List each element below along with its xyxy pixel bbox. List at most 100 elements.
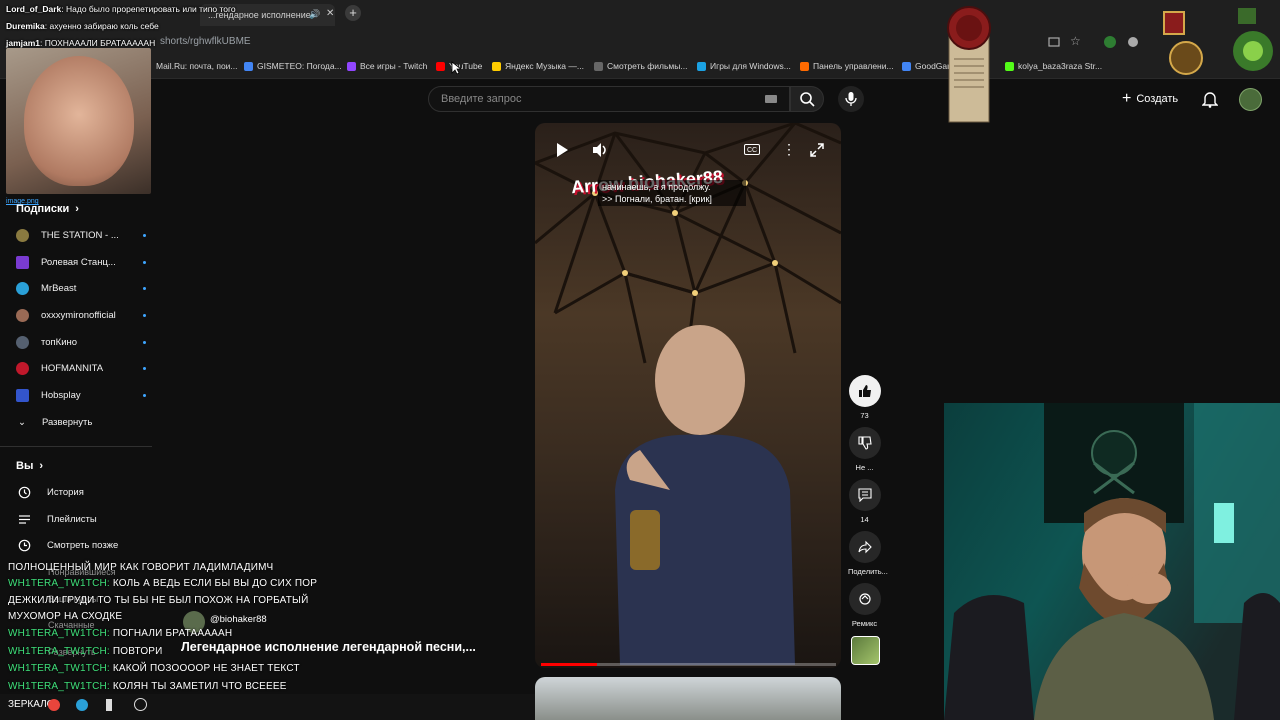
stream-chat-line: WH1TERA_TW1TCH: ПОГНАЛИ БРАТАААААН [8, 628, 232, 639]
bookmark-star-icon[interactable]: ☆ [1070, 34, 1081, 48]
kick-icon [1005, 61, 1014, 71]
sidebar-item-mrbeast[interactable]: MrBeast [16, 278, 146, 298]
captions-button[interactable]: CC [744, 144, 760, 155]
sidebar-item-roleplay-station[interactable]: Ролевая Станц... [16, 252, 146, 272]
bookmark-windows-games[interactable]: Игры для Windows... [697, 61, 791, 71]
bookmark-yandex-music[interactable]: Яндекс Музыка —... [492, 61, 584, 71]
remix-icon [858, 593, 871, 605]
top-chat-message: jamjam1: ПОХНАААЛИ БРАТАААААН [6, 38, 156, 48]
volume-icon[interactable] [591, 141, 609, 159]
new-tab-button[interactable]: + [345, 5, 361, 21]
fullscreen-icon[interactable] [809, 142, 825, 158]
tab-close-icon[interactable]: ✕ [326, 8, 334, 19]
create-button[interactable]: + Создать [1122, 89, 1178, 109]
settings-taskbar-icon[interactable] [134, 698, 147, 711]
channel-avatar [16, 361, 29, 375]
sidebar-item-watch-later[interactable]: Смотреть позже [18, 535, 118, 555]
sidebar-item-history[interactable]: История [18, 482, 84, 502]
bookmark-label: Смотреть фильмы... [607, 61, 688, 71]
history-icon [18, 486, 31, 498]
chat-user: Duremika [6, 21, 45, 31]
bookmark-label: Игры для Windows... [710, 61, 791, 71]
channel-name[interactable]: @biohaker88 [210, 614, 267, 625]
chat-user: WH1TERA_TW1TCH: [8, 681, 110, 692]
chat-text: ДЕЖКИЛИ ГРУДИ ТО ТЫ БЫ НЕ БЫЛ ПОХОЖ НА Г… [8, 595, 309, 606]
sidebar-item-oxxxymiron[interactable]: oxxxymironofficial [16, 305, 146, 325]
comments-button[interactable]: 14 [848, 479, 881, 524]
sidebar-item-hobsplay[interactable]: Hobsplay [16, 385, 146, 405]
stream-chat-line: WH1TERA_TW1TCH: КОЛЬ А ВЕДЬ ЕСЛИ БЫ ВЫ Д… [8, 578, 317, 589]
chat-text: ахуенно забираю коль себе [49, 21, 159, 31]
chevron-right-icon: › [75, 203, 79, 215]
install-icon[interactable] [1048, 36, 1060, 48]
voice-search-button[interactable] [838, 86, 864, 112]
subscriptions-title[interactable]: Подписки › [16, 203, 79, 215]
new-content-dot [143, 286, 146, 290]
like-button[interactable]: 73 [848, 375, 881, 420]
video-progress-fill [541, 663, 598, 666]
keyboard-icon[interactable] [765, 95, 777, 103]
top-chat-message: Lord_of_Dark: Надо было прорепетировать … [6, 4, 236, 14]
share-arrow-icon [857, 540, 872, 554]
profile-icon[interactable] [1128, 37, 1138, 47]
sidebar-item-label: Ролевая Станц... [41, 256, 116, 268]
chat-text: ПОГНАЛИ БРАТАААААН [112, 628, 233, 639]
comments-count: 14 [860, 515, 869, 524]
search-input[interactable]: Введите запрос [428, 86, 790, 112]
stream-chat-line: ПОЛНОЦЕННЫЙ МИР КАК ГОВОРИТ ЛАДИМЛАДИМЧ [8, 562, 273, 573]
sidebar-item-playlists[interactable]: Плейлисты [18, 509, 97, 529]
video-captions: начинаешь, а я продолжу. >> Погнали, бра… [598, 180, 746, 206]
sidebar-item-the-station[interactable]: THE STATION - ... [16, 225, 146, 245]
sidebar-expand[interactable]: ⌄ Развернуть [18, 412, 92, 432]
plus-icon: + [1122, 90, 1132, 107]
url-text[interactable]: shorts/rghwflkUBME [160, 36, 251, 47]
tab-audio-icon[interactable]: 🔊 [309, 9, 320, 20]
sidebar-item-label: Плейлисты [47, 513, 97, 525]
bookmark-gismeteo[interactable]: GISMETEO: Погода... [244, 61, 342, 71]
like-count: 73 [860, 411, 869, 420]
chat-text: ПОЛНОЦЕННЫЙ МИР КАК ГОВОРИТ ЛАДИМЛАДИМЧ [8, 562, 274, 573]
channel-avatar [16, 388, 29, 402]
remix-button[interactable]: Ремикс [848, 583, 881, 628]
next-short-thumbnail[interactable] [535, 677, 841, 720]
chat-user: WH1TERA_TW1TCH: [8, 646, 110, 657]
share-button[interactable]: Поделить... [848, 531, 888, 576]
bookmark-control-panel[interactable]: Панель управлени... [800, 61, 894, 71]
microphone-icon [845, 92, 857, 106]
dislike-circle [848, 427, 881, 459]
chat-text: ПОВТОРИ [112, 646, 163, 657]
search-icon [800, 92, 815, 107]
video-title[interactable]: Легендарное исполнение легендарной песни… [181, 640, 476, 654]
telegram-taskbar-icon[interactable] [76, 699, 88, 711]
play-icon[interactable] [555, 142, 569, 158]
notifications-bell-icon[interactable] [1202, 90, 1218, 108]
yandex-music-icon [492, 61, 501, 71]
youtube-icon [436, 61, 445, 71]
bookmark-label: Все игры - Twitch [360, 61, 428, 71]
sidebar-item-label: Смотреть позже [47, 539, 119, 551]
create-label: Создать [1136, 93, 1179, 105]
streamer-webcam-large [944, 403, 1280, 720]
bookmark-label: Панель управлени... [813, 61, 894, 71]
dislike-button[interactable]: Не ... [848, 427, 881, 472]
more-options-icon[interactable]: ⋮ [782, 141, 796, 158]
stream-chat-line: WH1TERA_TW1TCH: КОЛЯН ТЫ ЗАМЕТИЛ ЧТО ВСЕ… [8, 681, 287, 692]
google-icon [902, 61, 911, 71]
channel-avatar [16, 281, 29, 295]
sound-thumbnail[interactable] [851, 636, 880, 665]
channel-avatar [16, 335, 29, 349]
sidebar-item-hofmannita[interactable]: HOFMANNITA [16, 358, 146, 378]
extension-icon[interactable] [1104, 36, 1116, 48]
bookmark-mailru[interactable]: Mail.Ru: почта, пои... [156, 61, 238, 71]
sidebar-item-label: MrBeast [41, 282, 77, 294]
search-button[interactable] [790, 86, 824, 112]
bookmark-movies[interactable]: Смотреть фильмы... [594, 61, 687, 71]
app-taskbar-icon[interactable] [106, 699, 112, 711]
sidebar-item-topkino[interactable]: топКино [16, 332, 146, 352]
bookmark-label: kolya_baza3raza Str... [1018, 61, 1103, 71]
bookmark-kick[interactable]: kolya_baza3raza Str... [1005, 61, 1102, 71]
chrome-taskbar-icon[interactable] [48, 699, 60, 711]
you-section-title[interactable]: Вы › [16, 460, 43, 472]
account-avatar[interactable] [1239, 88, 1262, 111]
bookmark-twitch[interactable]: Все игры - Twitch [347, 61, 427, 71]
